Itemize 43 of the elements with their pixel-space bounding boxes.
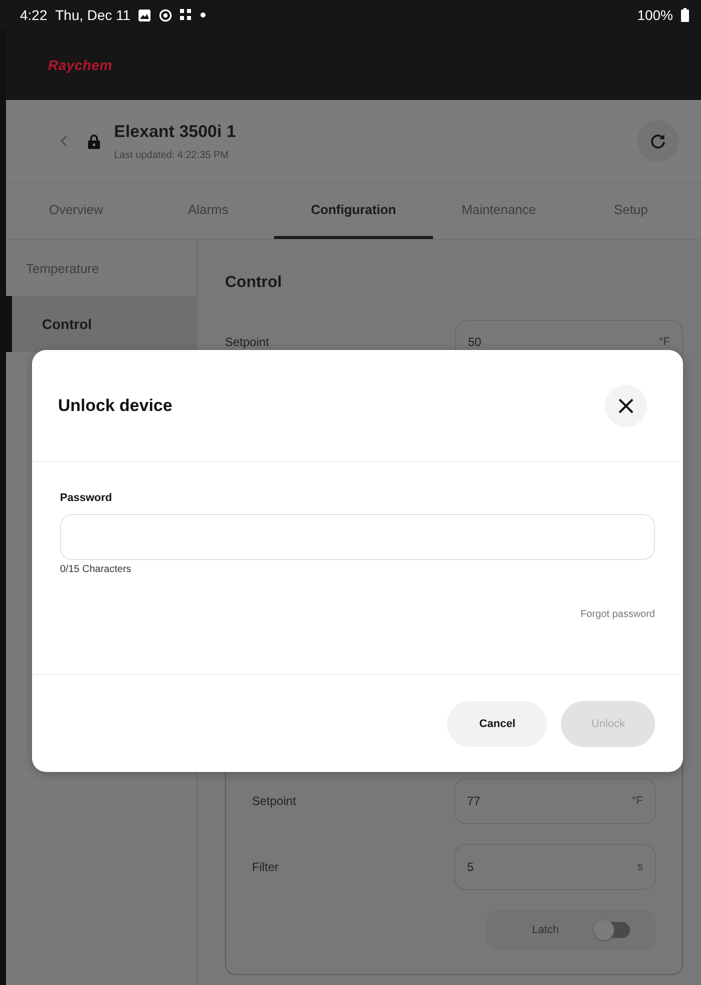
chevron-left-icon [60,135,68,147]
clock-time: 4:22 [20,7,48,23]
password-field[interactable] [60,514,655,560]
forgot-password-link[interactable]: Forgot password [580,605,655,624]
toggle-label: Latch [532,924,559,936]
sidebar-item[interactable]: Control [6,296,196,352]
field-label: Password [60,492,113,504]
number-field[interactable]: 77 °F [454,778,656,824]
lock-icon [88,134,100,148]
tab[interactable]: Overview [10,183,142,239]
character-counter: 0/15 Characters [60,564,132,575]
last-updated-text: Last updated: 4:22:35 PM [114,150,230,160]
field-value: 5 [467,860,474,874]
latch-toggle[interactable]: Latch [486,910,656,950]
grid-dots-icon [180,9,192,21]
field-value: 50 [468,335,482,349]
refresh-button[interactable] [637,120,679,162]
battery-icon [681,8,689,22]
brand-logo: Raychem [48,57,112,73]
close-button[interactable] [605,384,647,426]
device-title: Elexant 3500i 1 [114,122,237,142]
unit-text: °F [632,795,643,807]
section-heading: Control [225,274,283,292]
battery-percent: 100% [637,7,673,23]
notification-dot-icon [200,12,206,18]
tab[interactable]: Alarms [142,183,274,239]
tab[interactable]: Setup [564,183,697,239]
number-field[interactable]: 5 s [454,844,656,890]
cancel-button[interactable]: Cancel [447,700,548,746]
field-label: Setpoint [225,335,270,349]
image-icon [138,8,152,22]
date-text: Thu, Dec 11 [55,7,130,23]
refresh-icon [650,133,666,149]
dialog-title: Unlock device [58,396,172,416]
field-label: Setpoint [252,794,296,808]
sidebar-item[interactable]: Temperature [6,240,196,296]
target-icon [159,8,172,22]
unit-text: °F [658,336,670,348]
tab[interactable]: Maintenance [432,183,565,239]
field-value: 77 [467,794,480,808]
field-label: Filter [252,860,279,874]
close-icon [618,398,634,414]
unit-text: s [638,861,643,873]
